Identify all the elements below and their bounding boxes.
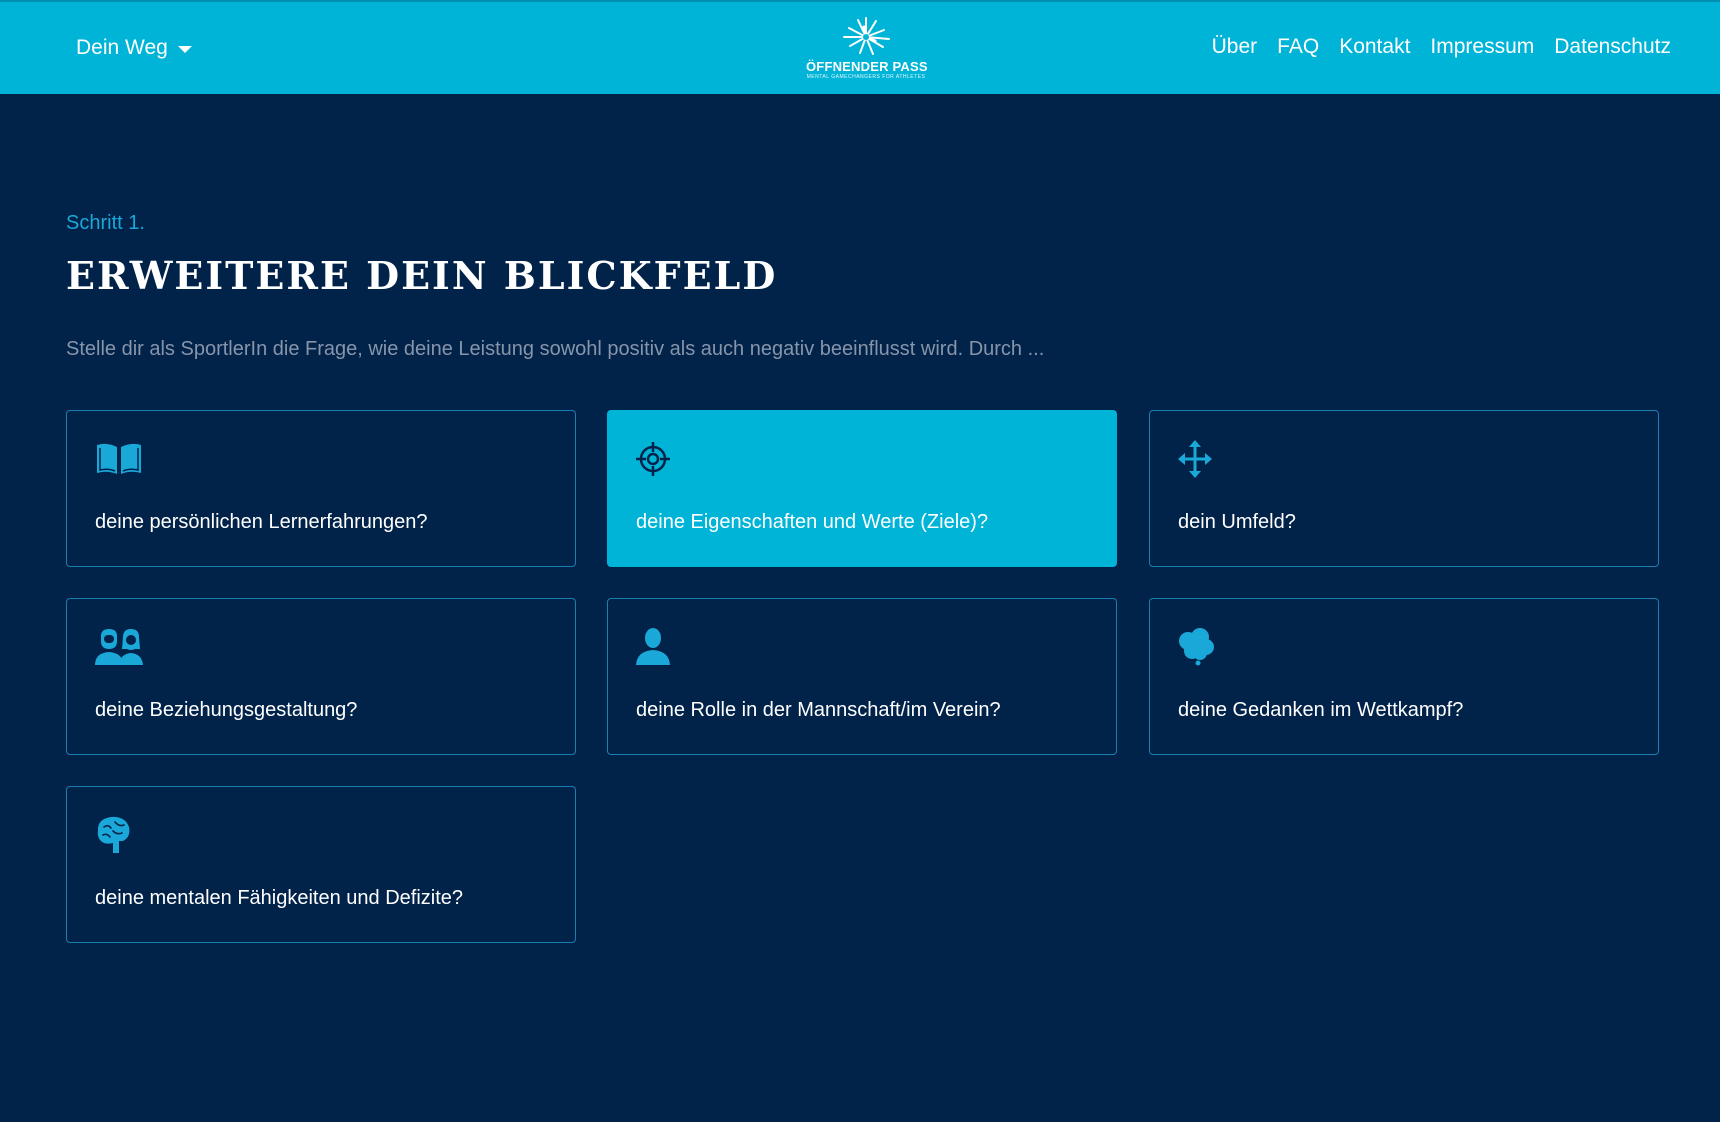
site-logo[interactable]: ÖFFNENDER PASS MENTAL GAMECHANGERS FOR A… [806, 16, 928, 82]
page-title: ERWEITERE DEIN BLICKFELD [66, 253, 778, 298]
nav-link-faq[interactable]: FAQ [1277, 35, 1319, 59]
couple-icon [95, 629, 143, 665]
navbar: Dein Weg ÖFFNENDER PASS MENTAL GAMECHANG… [0, 0, 1720, 94]
card-lernerfahrungen[interactable]: deine persönlichen Lernerfahrungen? [66, 410, 576, 567]
card-label: deine persönlichen Lernerfahrungen? [95, 511, 428, 533]
card-mentale-faehigkeiten[interactable]: deine mentalen Fähigkeiten und Defizite? [66, 786, 576, 943]
logo-burst-icon [843, 17, 890, 55]
move-arrows-icon [1178, 440, 1212, 478]
card-rolle-mannschaft[interactable]: deine Rolle in der Mannschaft/im Verein? [607, 598, 1117, 755]
intro-text: Stelle dir als SportlerIn die Frage, wie… [66, 338, 1045, 360]
user-icon [636, 628, 670, 665]
card-label: deine Beziehungsgestaltung? [95, 699, 358, 721]
card-umfeld[interactable]: dein Umfeld? [1149, 410, 1659, 567]
nav-link-ueber[interactable]: Über [1212, 35, 1258, 59]
logo-tagline: MENTAL GAMECHANGERS FOR ATHLETES [806, 74, 926, 80]
thought-cloud-icon [1179, 628, 1214, 666]
dein-weg-dropdown[interactable]: Dein Weg [76, 36, 192, 60]
card-gedanken-wettkampf[interactable]: deine Gedanken im Wettkampf? [1149, 598, 1659, 755]
card-eigenschaften-werte[interactable]: deine Eigenschaften und Werte (Ziele)? [607, 410, 1117, 567]
logo-wordmark: ÖFFNENDER PASS [806, 59, 928, 74]
book-icon [97, 443, 141, 474]
card-beziehungsgestaltung[interactable]: deine Beziehungsgestaltung? [66, 598, 576, 755]
step-label: Schritt 1. [66, 212, 145, 234]
card-label: deine Rolle in der Mannschaft/im Verein? [636, 699, 1001, 721]
main-nav: Über FAQ Kontakt Impressum Datenschutz [1212, 35, 1671, 59]
nav-link-datenschutz[interactable]: Datenschutz [1554, 35, 1671, 59]
card-label: deine Eigenschaften und Werte (Ziele)? [636, 511, 989, 533]
card-label: dein Umfeld? [1178, 511, 1296, 533]
brain-icon [97, 816, 130, 853]
card-label: deine mentalen Fähigkeiten und Defizite? [95, 887, 464, 909]
card-label: deine Gedanken im Wettkampf? [1178, 699, 1464, 721]
crosshair-icon [636, 442, 670, 476]
caret-down-icon [177, 45, 192, 53]
dropdown-label: Dein Weg [76, 36, 168, 59]
nav-link-kontakt[interactable]: Kontakt [1339, 35, 1410, 59]
nav-link-impressum[interactable]: Impressum [1430, 35, 1534, 59]
